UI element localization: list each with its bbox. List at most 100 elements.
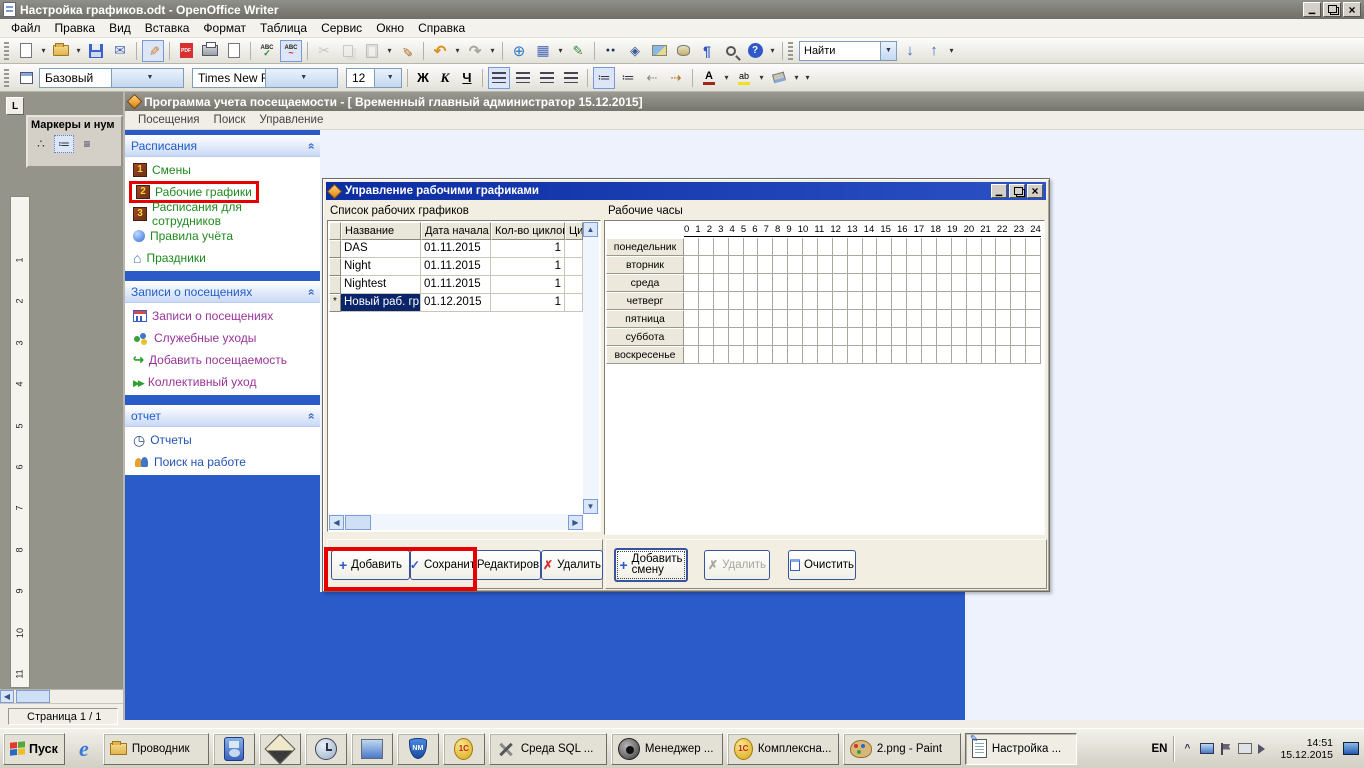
workhours-cell[interactable] xyxy=(863,292,878,310)
workhours-cell[interactable] xyxy=(892,328,907,346)
writer-menu-item[interactable]: Вид xyxy=(102,19,138,37)
workhours-cell[interactable] xyxy=(1011,310,1026,328)
taskbar-button-clock[interactable] xyxy=(305,733,347,765)
size-combo-dropdown-icon[interactable] xyxy=(374,69,402,87)
font-color-icon[interactable]: А xyxy=(698,67,720,89)
sidebar-item-reports[interactable]: Отчеты xyxy=(125,429,320,451)
workhours-cell[interactable] xyxy=(788,346,803,364)
workhours-day-label[interactable]: вторник xyxy=(606,256,684,274)
workhours-cell[interactable] xyxy=(982,328,997,346)
workhours-cell[interactable] xyxy=(773,256,788,274)
workhours-cell[interactable] xyxy=(877,256,892,274)
workhours-day-label[interactable]: среда xyxy=(606,274,684,292)
show-desktop-icon[interactable] xyxy=(1343,742,1359,755)
workhours-cell[interactable] xyxy=(922,328,937,346)
workhours-cell[interactable] xyxy=(744,274,759,292)
tray-chevron-icon[interactable]: ^ xyxy=(1180,743,1194,754)
zoom-icon[interactable] xyxy=(720,40,742,62)
paste-dropdown-icon[interactable] xyxy=(385,46,394,55)
workhours-cell[interactable] xyxy=(788,310,803,328)
sidebar-item-attendance-records[interactable]: Записи о посещениях xyxy=(125,305,320,327)
workhours-cell[interactable] xyxy=(1026,292,1041,310)
workhours-cell[interactable] xyxy=(996,256,1011,274)
delete-shift-button[interactable]: Удалить xyxy=(704,550,770,580)
workhours-cell[interactable] xyxy=(877,310,892,328)
workhours-cell[interactable] xyxy=(848,292,863,310)
workhours-cell[interactable] xyxy=(1026,274,1041,292)
cell-cycles[interactable]: 1 xyxy=(491,240,565,258)
workhours-cell[interactable] xyxy=(818,310,833,328)
page-preview-icon[interactable] xyxy=(223,40,245,62)
workhours-cell[interactable] xyxy=(907,238,922,256)
workhours-cell[interactable] xyxy=(922,238,937,256)
workhours-cell[interactable] xyxy=(952,256,967,274)
workhours-cell[interactable] xyxy=(729,274,744,292)
workhours-day-label[interactable]: понедельник xyxy=(606,238,684,256)
column-header-cycles[interactable]: Кол-во циклов xyxy=(491,222,565,240)
row-selector[interactable] xyxy=(329,258,341,276)
workhours-cell[interactable] xyxy=(833,274,848,292)
gallery-icon[interactable] xyxy=(648,40,670,62)
workhours-cell[interactable] xyxy=(877,238,892,256)
undo-dropdown-icon[interactable] xyxy=(453,46,462,55)
scrollbar-thumb[interactable] xyxy=(345,515,371,530)
scroll-left-icon[interactable]: ◀ xyxy=(0,690,14,703)
scroll-up-icon[interactable]: ▲ xyxy=(583,222,598,237)
cell-cycles[interactable]: 1 xyxy=(491,294,565,312)
writer-menu-item[interactable]: Правка xyxy=(48,19,103,37)
formatting-marks-icon[interactable] xyxy=(696,40,718,62)
new-document-icon[interactable] xyxy=(15,40,37,62)
workhours-cell[interactable] xyxy=(699,292,714,310)
workhours-cell[interactable] xyxy=(1011,328,1026,346)
workhours-cell[interactable] xyxy=(773,274,788,292)
taskbar-button-sql[interactable]: Среда SQL ... xyxy=(489,733,607,765)
hyperlink-icon[interactable] xyxy=(508,40,530,62)
autospellcheck-icon[interactable]: ABC~ xyxy=(280,40,302,62)
navigator-icon[interactable] xyxy=(624,40,646,62)
align-left-icon[interactable] xyxy=(488,67,510,89)
font-size-combo[interactable]: 12 xyxy=(346,68,402,88)
workhours-cell[interactable] xyxy=(1026,310,1041,328)
background-color-icon[interactable] xyxy=(768,67,790,89)
taskbar-button-explorer[interactable]: Проводник xyxy=(103,733,209,765)
workhours-cell[interactable] xyxy=(848,346,863,364)
sidebar-item-shifts[interactable]: 1 Смены xyxy=(125,159,320,181)
workhours-cell[interactable] xyxy=(848,238,863,256)
italic-button[interactable]: К xyxy=(435,68,455,88)
column-header-name[interactable]: Название xyxy=(341,222,421,240)
cell-cycles[interactable]: 1 xyxy=(491,276,565,294)
workhours-cell[interactable] xyxy=(863,310,878,328)
table-dropdown-icon[interactable] xyxy=(556,46,565,55)
save-icon[interactable] xyxy=(85,40,107,62)
workhours-cell[interactable] xyxy=(937,310,952,328)
cell-cycle[interactable] xyxy=(565,258,583,276)
cut-icon[interactable] xyxy=(313,40,335,62)
workhours-cell[interactable] xyxy=(952,310,967,328)
workhours-cell[interactable] xyxy=(922,256,937,274)
workhours-cell[interactable] xyxy=(773,310,788,328)
horizontal-scrollbar[interactable]: ◀ xyxy=(0,689,123,703)
tray-window-icon[interactable] xyxy=(1200,743,1214,754)
workhours-cell[interactable] xyxy=(982,256,997,274)
taskbar-button-pen[interactable] xyxy=(259,733,301,765)
workhours-cell[interactable] xyxy=(996,310,1011,328)
workhours-cell[interactable] xyxy=(684,310,699,328)
workhours-cell[interactable] xyxy=(818,274,833,292)
paragraph-style-combo[interactable]: Базовый xyxy=(39,68,184,88)
workhours-cell[interactable] xyxy=(729,256,744,274)
table-row[interactable]: DAS 01.11.2015 1 xyxy=(329,240,583,258)
workhours-cell[interactable] xyxy=(892,238,907,256)
highlighting-dropdown-icon[interactable] xyxy=(757,73,766,82)
workhours-day-label[interactable]: воскресенье xyxy=(606,346,684,364)
cell-name[interactable]: Night xyxy=(341,258,421,276)
workhours-cell[interactable] xyxy=(818,346,833,364)
data-sources-icon[interactable] xyxy=(672,40,694,62)
taskbar-button-1c[interactable]: 1С xyxy=(443,733,485,765)
workhours-cell[interactable] xyxy=(833,292,848,310)
taskbar-button-writer[interactable]: Настройка ... xyxy=(965,733,1077,765)
outline-icon[interactable] xyxy=(77,135,97,153)
ruler-corner-button[interactable]: L xyxy=(6,97,24,115)
workhours-cell[interactable] xyxy=(744,328,759,346)
copy-icon[interactable] xyxy=(337,40,359,62)
workhours-cell[interactable] xyxy=(967,292,982,310)
